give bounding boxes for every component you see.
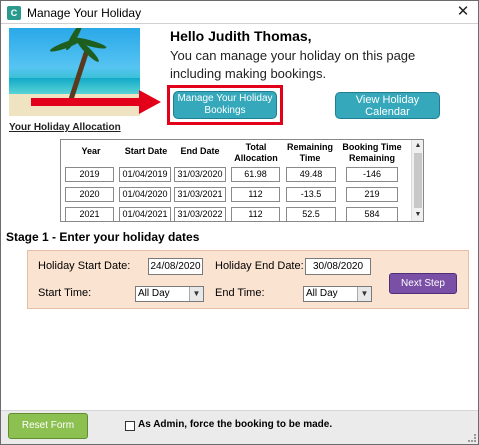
- stage1-heading: Stage 1 - Enter your holiday dates: [6, 230, 200, 244]
- cell-year: 2019: [65, 167, 114, 182]
- column-header: Booking Time Remaining: [342, 142, 402, 163]
- greeting-intro: You can manage your holiday on this page…: [170, 48, 416, 81]
- cell-remaining-time: 49.48: [286, 167, 336, 182]
- start-time-value: All Day: [138, 288, 170, 299]
- cell-total-allocation: 61.98: [231, 167, 280, 182]
- cell-start-date: 01/04/2020: [119, 187, 171, 202]
- cell-total-allocation: 112: [231, 187, 280, 202]
- force-booking-label[interactable]: As Admin, force the booking to be made.: [138, 419, 332, 430]
- end-date-label: Holiday End Date:: [215, 260, 304, 272]
- start-time-select[interactable]: All Day ▼: [135, 286, 204, 302]
- cell-start-date: 01/04/2019: [119, 167, 171, 182]
- start-date-field[interactable]: 24/08/2020: [148, 258, 203, 275]
- pointer-arrow-shaft: [31, 98, 141, 106]
- cell-booking-remaining: -146: [346, 167, 398, 182]
- reset-form-button[interactable]: Reset Form: [8, 413, 88, 439]
- app-icon: C: [7, 6, 21, 20]
- pointer-arrow-icon: [139, 90, 161, 114]
- end-time-label: End Time:: [215, 287, 265, 299]
- window-title: Manage Your Holiday: [27, 6, 142, 20]
- scroll-thumb[interactable]: [414, 153, 422, 208]
- column-header: Year: [81, 146, 101, 156]
- scroll-up-icon[interactable]: ▲: [412, 140, 423, 152]
- end-time-value: All Day: [306, 288, 338, 299]
- end-time-select[interactable]: All Day ▼: [303, 286, 372, 302]
- scroll-down-icon[interactable]: ▼: [412, 209, 423, 221]
- column-header: End Date: [180, 146, 220, 156]
- force-booking-checkbox[interactable]: [125, 421, 135, 431]
- chevron-down-icon[interactable]: ▼: [357, 287, 371, 301]
- greeting-heading: Hello Judith Thomas,: [170, 28, 312, 44]
- close-icon[interactable]: ✕: [454, 3, 472, 21]
- cell-booking-remaining: 219: [346, 187, 398, 202]
- title-bar: C Manage Your Holiday ✕: [1, 1, 478, 24]
- cell-end-date: 31/03/2020: [174, 167, 226, 182]
- manage-holiday-window: C Manage Your Holiday ✕ Hello Judith Tho…: [0, 0, 479, 445]
- allocation-heading: Your Holiday Allocation: [9, 122, 121, 133]
- cell-year: 2021: [65, 207, 114, 221]
- cell-start-date: 01/04/2021: [119, 207, 171, 221]
- cell-year: 2020: [65, 187, 114, 202]
- start-date-label: Holiday Start Date:: [38, 260, 131, 272]
- column-header: Remaining Time: [286, 142, 333, 163]
- table-scrollbar[interactable]: ▲ ▼: [411, 140, 423, 221]
- next-step-button[interactable]: Next Step: [389, 273, 457, 294]
- start-time-label: Start Time:: [38, 287, 92, 299]
- end-date-field[interactable]: 30/08/2020: [305, 258, 371, 275]
- chevron-down-icon[interactable]: ▼: [189, 287, 203, 301]
- column-header: Total Allocation: [234, 142, 278, 163]
- resize-grip-icon[interactable]: [468, 434, 476, 442]
- cell-booking-remaining: 584: [346, 207, 398, 221]
- view-calendar-button[interactable]: View Holiday Calendar: [335, 92, 440, 119]
- cell-end-date: 31/03/2022: [174, 207, 226, 221]
- allocation-table: Year Start Date End Date Total Allocatio…: [60, 139, 424, 222]
- cell-total-allocation: 112: [231, 207, 280, 221]
- manage-bookings-button[interactable]: Manage Your Holiday Bookings: [173, 91, 277, 119]
- cell-end-date: 31/03/2021: [174, 187, 226, 202]
- cell-remaining-time: 52.5: [286, 207, 336, 221]
- column-header: Start Date: [124, 146, 168, 156]
- cell-remaining-time: -13.5: [286, 187, 336, 202]
